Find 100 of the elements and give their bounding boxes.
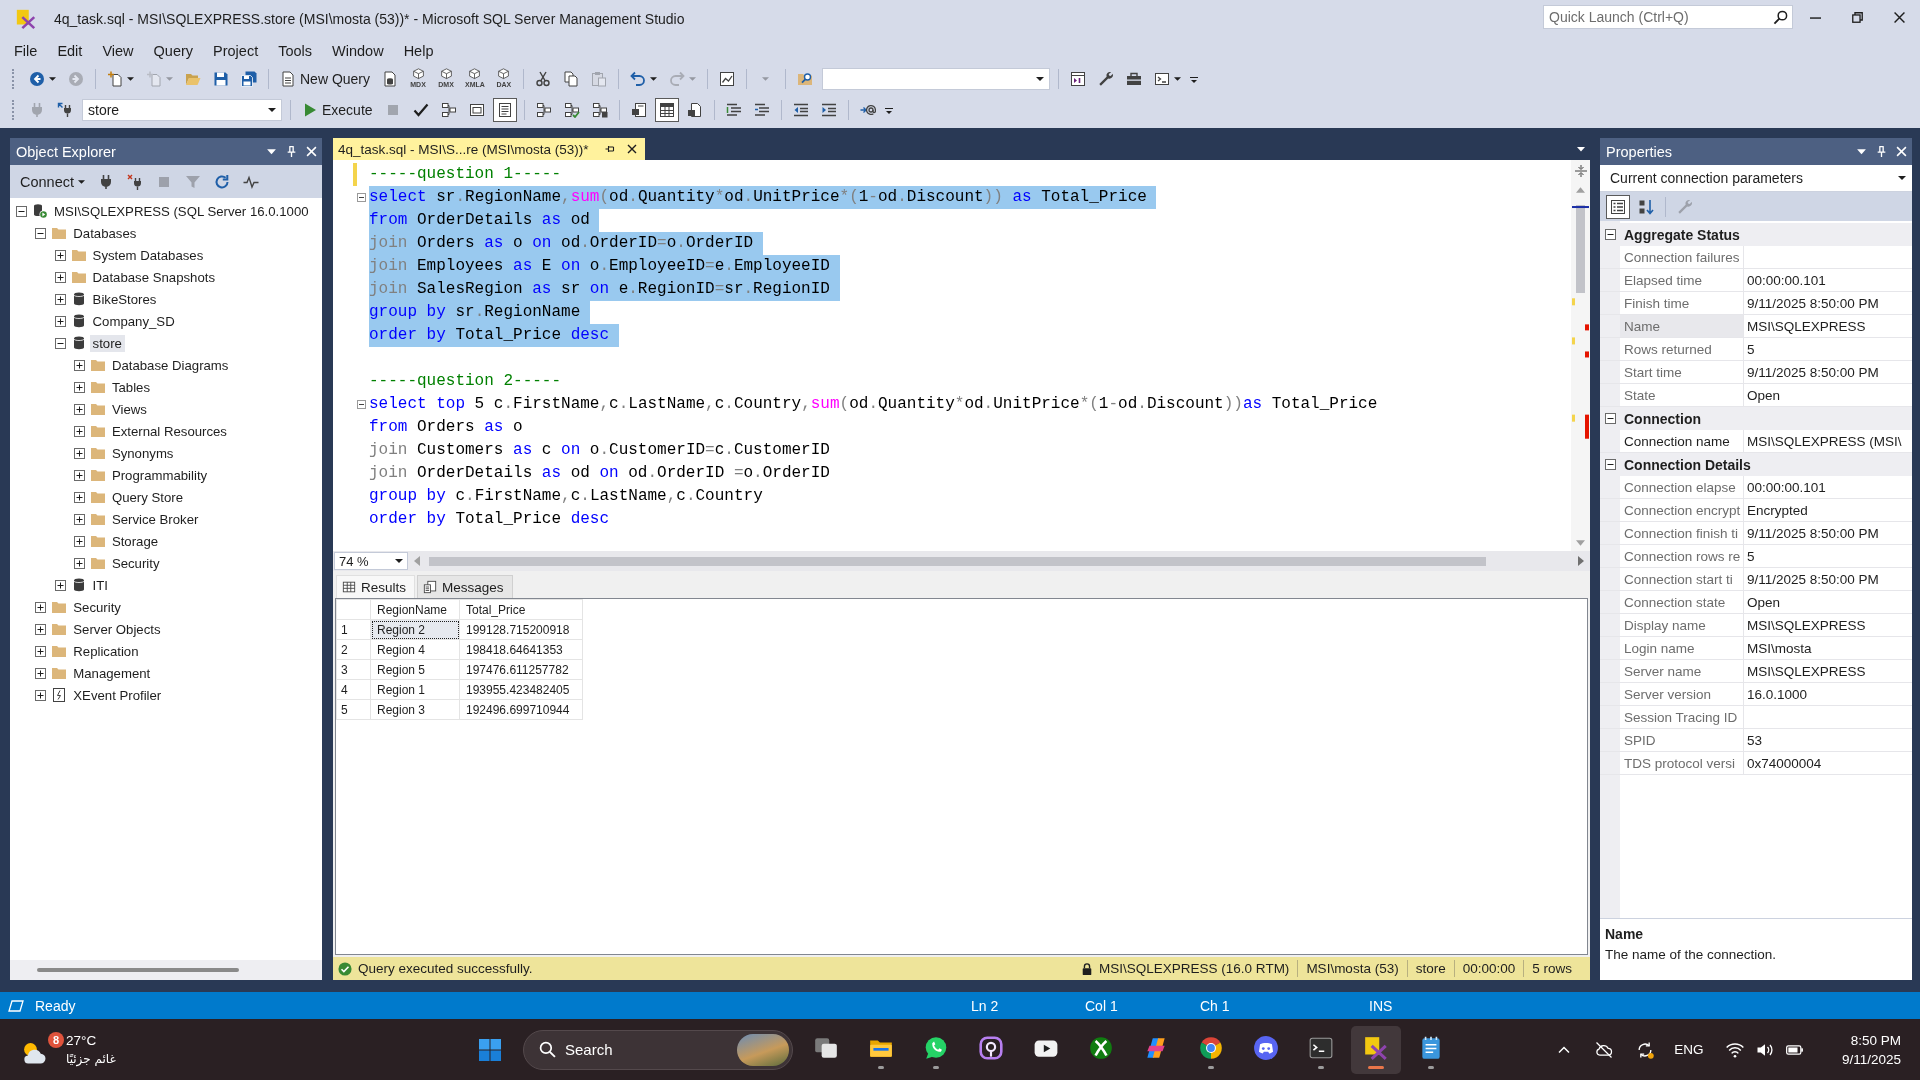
- tree-item[interactable]: MSI\SQLEXPRESS (SQL Server 16.0.1000: [51, 202, 312, 220]
- tree-item[interactable]: Views: [108, 400, 150, 418]
- property-name[interactable]: Connection elapse: [1620, 476, 1744, 498]
- tree-item[interactable]: External Resources: [108, 422, 230, 440]
- expand-icon[interactable]: [54, 271, 66, 283]
- close-icon[interactable]: [626, 144, 637, 154]
- collapse-icon[interactable]: [35, 227, 47, 239]
- collapse-icon[interactable]: [1604, 229, 1616, 240]
- property-value[interactable]: 9/11/2025 8:50:00 PM: [1744, 361, 1912, 383]
- table-cell[interactable]: Region 1: [370, 679, 460, 700]
- language-indicator[interactable]: ENG: [1666, 1042, 1712, 1057]
- photo-placeholder[interactable]: [737, 1033, 789, 1066]
- tree-item[interactable]: store: [89, 334, 125, 352]
- property-value[interactable]: 16.0.1000: [1744, 683, 1912, 705]
- menu-item[interactable]: Project: [203, 42, 269, 59]
- dropdown-field[interactable]: store: [82, 98, 282, 121]
- property-name[interactable]: Server version: [1620, 683, 1744, 705]
- taskbar-app[interactable]: [1351, 1025, 1401, 1074]
- menu-item[interactable]: Window: [322, 42, 394, 59]
- property-name[interactable]: Rows returned: [1620, 338, 1744, 360]
- clock-date[interactable]: 9/11/2025: [1841, 1049, 1901, 1069]
- expand-icon[interactable]: [73, 447, 85, 459]
- menu-item[interactable]: Tools: [268, 42, 323, 59]
- menu-item[interactable]: File: [4, 42, 48, 59]
- tree-item[interactable]: Query Store: [108, 488, 186, 506]
- property-name[interactable]: TDS protocol versi: [1620, 752, 1744, 774]
- property-value[interactable]: 00:00:00.101: [1744, 269, 1912, 291]
- tree-item[interactable]: System Databases: [89, 246, 207, 264]
- property-name[interactable]: Session Tracing ID: [1620, 706, 1744, 728]
- property-value[interactable]: Open: [1744, 591, 1912, 613]
- document-tab[interactable]: 4q_task.sql - MSI\S...re (MSI\mosta (53))*: [333, 138, 645, 160]
- menu-item[interactable]: Query: [143, 42, 204, 59]
- tree-item[interactable]: Storage: [108, 532, 162, 550]
- property-name[interactable]: Connection name: [1620, 430, 1744, 452]
- tree-item[interactable]: XEvent Profiler: [70, 686, 165, 704]
- expand-icon[interactable]: [54, 579, 66, 591]
- quick-launch-field[interactable]: Quick Launch (Ctrl+Q): [1543, 5, 1793, 29]
- dropdown-field[interactable]: [821, 67, 1050, 90]
- property-name[interactable]: SPID: [1620, 729, 1744, 751]
- connect-menu-button[interactable]: Connect: [16, 169, 89, 194]
- tree-item[interactable]: Management: [70, 664, 154, 682]
- column-header[interactable]: Total_Price: [459, 599, 583, 620]
- expand-icon[interactable]: [54, 249, 66, 261]
- property-name[interactable]: Connection failures: [1620, 246, 1744, 268]
- property-name[interactable]: Start time: [1620, 361, 1744, 383]
- property-value[interactable]: 53: [1744, 729, 1912, 751]
- property-name[interactable]: Server name: [1620, 660, 1744, 682]
- new-query-button[interactable]: New Query: [276, 66, 375, 91]
- collapse-icon[interactable]: [357, 400, 366, 409]
- expand-icon[interactable]: [73, 535, 85, 547]
- property-name[interactable]: Display name: [1620, 614, 1744, 636]
- intellisense-button[interactable]: [492, 97, 517, 122]
- property-name[interactable]: Connection finish ti: [1620, 522, 1744, 544]
- execute-button[interactable]: Execute: [298, 97, 377, 122]
- categorized-button[interactable]: [1606, 194, 1630, 219]
- property-name[interactable]: Connection encrypt: [1620, 499, 1744, 521]
- property-value[interactable]: MSI\mosta: [1744, 637, 1912, 659]
- collapse-icon[interactable]: [1604, 459, 1616, 470]
- expand-icon[interactable]: [73, 491, 85, 503]
- expand-icon[interactable]: [73, 513, 85, 525]
- tree-item[interactable]: Service Broker: [108, 510, 202, 528]
- tree-item[interactable]: ITI: [89, 576, 111, 594]
- menu-item[interactable]: Edit: [47, 42, 93, 59]
- slanted-frame-icon[interactable]: [8, 999, 24, 1012]
- expand-icon[interactable]: [35, 689, 47, 701]
- property-name[interactable]: Finish time: [1620, 292, 1744, 314]
- expand-icon[interactable]: [35, 667, 47, 679]
- expand-icon[interactable]: [35, 623, 47, 635]
- scrollbar-thumb[interactable]: [429, 556, 1486, 566]
- property-name[interactable]: Elapsed time: [1620, 269, 1744, 291]
- property-value[interactable]: MSI\SQLEXPRESS: [1744, 614, 1912, 636]
- property-value[interactable]: 00:00:00.101: [1744, 476, 1912, 498]
- collapse-icon[interactable]: [16, 205, 27, 217]
- split-icon[interactable]: [1574, 165, 1587, 177]
- menu-item[interactable]: Help: [393, 42, 444, 59]
- property-value[interactable]: MSI\SQLEXPRESS: [1744, 315, 1912, 337]
- tree-item[interactable]: Company_SD: [89, 312, 178, 330]
- property-value[interactable]: Encrypted: [1744, 499, 1912, 521]
- tree-item[interactable]: Security: [70, 598, 124, 616]
- tree-item[interactable]: Security: [108, 554, 163, 572]
- tree-item[interactable]: Database Diagrams: [108, 356, 232, 374]
- property-value[interactable]: 9/11/2025 8:50:00 PM: [1744, 522, 1912, 544]
- table-cell[interactable]: 193955.423482405: [459, 679, 583, 700]
- expand-icon[interactable]: [54, 293, 66, 305]
- tree-item[interactable]: Synonyms: [108, 444, 177, 462]
- search-field[interactable]: Search: [523, 1029, 793, 1070]
- property-name[interactable]: Connection rows re: [1620, 545, 1744, 567]
- table-cell[interactable]: 197476.611257782: [459, 659, 583, 680]
- table-cell[interactable]: 192496.699710944: [459, 699, 583, 720]
- expand-icon[interactable]: [54, 315, 66, 327]
- caret-icon[interactable]: [266, 146, 277, 157]
- table-cell[interactable]: Region 4: [370, 639, 460, 660]
- caret-icon[interactable]: [1576, 144, 1586, 154]
- results-tab[interactable]: Messages: [417, 575, 513, 598]
- scrollbar-thumb[interactable]: [1576, 205, 1585, 293]
- property-value[interactable]: 0x74000004: [1744, 752, 1912, 774]
- tree-item[interactable]: BikeStores: [89, 290, 160, 308]
- collapse-icon[interactable]: [54, 337, 66, 349]
- menu-item[interactable]: View: [92, 42, 144, 59]
- property-name[interactable]: State: [1620, 384, 1744, 406]
